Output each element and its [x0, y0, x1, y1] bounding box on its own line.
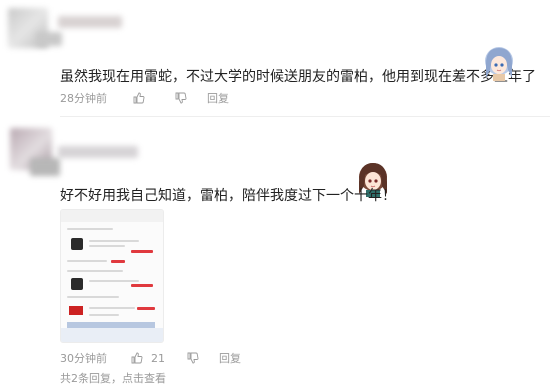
thumbs-down-icon[interactable] — [175, 92, 187, 104]
comment-2-time: 30分钟前 — [60, 352, 107, 365]
comment-1-meta: 28分钟前 回复 — [60, 90, 229, 106]
view-replies-link[interactable]: 共2条回复，点击查看 — [60, 370, 166, 386]
username-1-extra — [36, 32, 62, 46]
comment-2-reply-button[interactable]: 回复 — [219, 350, 241, 366]
thumbs-down-icon[interactable] — [187, 352, 199, 364]
thumbs-up-icon[interactable] — [133, 92, 145, 104]
sticker-1 — [480, 44, 518, 82]
comment-2-meta: 30分钟前 21 回复 — [60, 350, 241, 366]
username-2[interactable] — [58, 146, 138, 158]
comment-1-time: 28分钟前 — [60, 92, 107, 105]
comment-1-reply-button[interactable]: 回复 — [207, 90, 229, 106]
divider — [60, 116, 550, 117]
thumbs-up-icon[interactable] — [131, 352, 143, 364]
comment-1-text: 虽然我现在用雷蛇，不过大学的时候送朋友的雷柏，他用到现在差不多五年了 — [60, 69, 536, 85]
username-2-extra — [30, 158, 60, 176]
comment-2-like-count: 21 — [151, 351, 165, 365]
username-1[interactable] — [58, 16, 122, 28]
comment-2-text: 好不好用我自己知道，雷柏，陪伴我度过下一个十年！ — [60, 188, 396, 204]
attached-image[interactable] — [60, 209, 164, 343]
